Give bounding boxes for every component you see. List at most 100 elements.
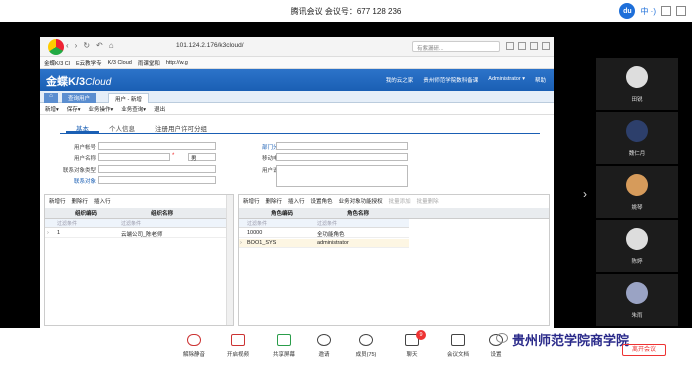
role-insert-row-button[interactable]: 插入行 bbox=[288, 197, 305, 205]
col-role-code[interactable]: 角色编码 bbox=[271, 209, 293, 217]
extension-icon[interactable] bbox=[506, 42, 514, 50]
menu-business-query[interactable]: 业务查询▾ bbox=[121, 105, 146, 113]
browser-search-input[interactable]: 有紫漏研... bbox=[412, 41, 500, 52]
minimize-icon[interactable] bbox=[661, 6, 671, 16]
org-code-cell[interactable]: 1 bbox=[57, 230, 60, 236]
du-logo-icon[interactable]: du bbox=[619, 3, 636, 19]
role-code-cell[interactable]: 10000 bbox=[247, 230, 262, 236]
participant-name: 魏仁月 bbox=[628, 151, 646, 157]
subtab-basic[interactable]: 基本 bbox=[66, 121, 99, 133]
menu-save[interactable]: 保存▾ bbox=[67, 105, 81, 113]
set-role-button[interactable]: 设置角色 bbox=[311, 197, 333, 205]
k3-header-links: 我的云之家 贵州师范学院数科备课 Administrator ▾ 帮助 bbox=[386, 76, 546, 84]
header-link-help[interactable]: 帮助 bbox=[535, 76, 546, 84]
participant-tile[interactable]: 朱雨 bbox=[596, 274, 678, 326]
table-row[interactable]: 10000 全功能角色 bbox=[239, 229, 409, 238]
col-role-name[interactable]: 角色名称 bbox=[347, 209, 369, 217]
org-add-row-button[interactable]: 新增行 bbox=[49, 197, 66, 205]
dept-input[interactable] bbox=[276, 142, 408, 150]
desc-textarea[interactable] bbox=[276, 165, 408, 187]
table-row[interactable]: › BOO1_SYS administrator bbox=[239, 239, 409, 248]
bookmark-item[interactable]: 金蝶K/3 Cl bbox=[44, 59, 70, 67]
extension-icon[interactable] bbox=[530, 42, 538, 50]
header-link-user[interactable]: Administrator ▾ bbox=[488, 76, 525, 84]
filter-input[interactable]: 过滤条件 bbox=[121, 220, 141, 227]
avatar bbox=[626, 120, 648, 142]
org-insert-row-button[interactable]: 插入行 bbox=[94, 197, 111, 205]
org-table-header: 组织编码 组织名称 bbox=[45, 208, 233, 219]
invite-button[interactable]: 邀请 bbox=[304, 334, 344, 358]
forward-icon[interactable]: › bbox=[75, 41, 78, 50]
contact-input[interactable] bbox=[98, 176, 216, 184]
maximize-icon[interactable] bbox=[676, 6, 686, 16]
batch-delete-button[interactable]: 批量删除 bbox=[417, 197, 439, 205]
filter-input[interactable]: 过滤条件 bbox=[57, 220, 77, 227]
subtab-license[interactable]: 注册用户许可分组 bbox=[145, 121, 217, 133]
browser-extension-icons bbox=[506, 42, 550, 50]
account-input[interactable] bbox=[98, 142, 216, 150]
reload-icon[interactable]: ↻ bbox=[83, 41, 90, 50]
tab-query-user[interactable]: 查询用户 bbox=[62, 93, 97, 103]
menu-new[interactable]: 新增▾ bbox=[45, 105, 59, 113]
role-delete-row-button[interactable]: 删除行 bbox=[266, 197, 283, 205]
k3-tabs: ⌂ 查询用户 用户 - 新增 bbox=[40, 91, 554, 103]
extension-icon[interactable] bbox=[518, 42, 526, 50]
home-icon[interactable]: ⌂ bbox=[109, 41, 114, 50]
col-org-code[interactable]: 组织编码 bbox=[75, 209, 97, 217]
collapse-arrow-icon[interactable]: › bbox=[583, 187, 587, 201]
unmute-button[interactable]: 解除静音 bbox=[174, 334, 214, 358]
bookmark-item[interactable]: E云教学专 bbox=[76, 59, 102, 67]
role-toolbar: 新增行 删除行 插入行 设置角色 业务对象功能授权 批量添加 批量删除 bbox=[239, 195, 439, 207]
menu-business-op[interactable]: 业务操作▾ bbox=[89, 105, 114, 113]
table-row[interactable]: › 1 云端公司_陈老师 bbox=[45, 229, 228, 238]
share-screen-button[interactable]: 共享屏幕 bbox=[264, 334, 304, 358]
col-org-name[interactable]: 组织名称 bbox=[151, 209, 173, 217]
participant-tile[interactable]: 姚琴 bbox=[596, 166, 678, 218]
header-link-yunzhijia[interactable]: 我的云之家 bbox=[386, 76, 414, 84]
leave-meeting-button[interactable]: 离开会议 bbox=[622, 344, 666, 356]
bookmark-item[interactable]: 雨课堂和 bbox=[138, 59, 160, 67]
avatar bbox=[626, 282, 648, 304]
name-input[interactable] bbox=[98, 153, 170, 161]
ime-icon[interactable]: 中 ·) bbox=[640, 6, 656, 17]
gender-select[interactable]: 男 bbox=[188, 153, 216, 162]
subtab-personal[interactable]: 个人信息 bbox=[99, 121, 145, 133]
role-code-cell[interactable]: BOO1_SYS bbox=[247, 240, 276, 246]
org-delete-row-button[interactable]: 删除行 bbox=[72, 197, 89, 205]
function-auth-button[interactable]: 业务对象功能授权 bbox=[339, 197, 383, 205]
meeting-docs-button[interactable]: 会议文档 bbox=[438, 334, 478, 358]
undo-icon[interactable]: ↶ bbox=[96, 41, 103, 50]
contact-label[interactable]: 联系对象 bbox=[46, 177, 96, 185]
members-icon bbox=[359, 334, 373, 346]
back-icon[interactable]: ‹ bbox=[66, 41, 69, 50]
home-tab-icon[interactable]: ⌂ bbox=[44, 93, 58, 103]
chat-button[interactable]: 聊天 9 bbox=[392, 330, 432, 358]
mobile-input[interactable] bbox=[276, 153, 408, 161]
org-scrollbar[interactable] bbox=[226, 195, 233, 325]
header-link-org[interactable]: 贵州师范学院数科备课 bbox=[423, 76, 478, 84]
tab-user-new[interactable]: 用户 - 新增 bbox=[108, 93, 149, 103]
bookmark-item[interactable]: K/3 Cloud bbox=[108, 60, 132, 66]
participant-tile[interactable]: 陈婷 bbox=[596, 220, 678, 272]
filter-input[interactable]: 过滤条件 bbox=[247, 220, 267, 227]
avatar bbox=[626, 174, 648, 196]
row-arrow-icon: › bbox=[240, 240, 242, 246]
contact-type-select[interactable] bbox=[98, 165, 216, 173]
org-name-cell[interactable]: 云端公司_陈老师 bbox=[121, 230, 163, 238]
role-name-cell[interactable]: administrator bbox=[317, 240, 349, 246]
url-field[interactable]: 101.124.2.176/k3cloud/ bbox=[176, 42, 244, 49]
filter-input[interactable]: 过滤条件 bbox=[317, 220, 337, 227]
start-video-button[interactable]: 开启视频 bbox=[218, 334, 258, 358]
role-name-cell[interactable]: 全功能角色 bbox=[317, 230, 345, 238]
bookmark-item[interactable]: http://w.g bbox=[166, 60, 188, 66]
menu-exit[interactable]: 退出 bbox=[154, 105, 165, 113]
batch-add-button[interactable]: 批量添加 bbox=[389, 197, 411, 205]
participant-name: 朱雨 bbox=[631, 313, 643, 319]
menu-icon[interactable] bbox=[542, 42, 550, 50]
role-add-row-button[interactable]: 新增行 bbox=[243, 197, 260, 205]
participant-list: 田锐 魏仁月 姚琴 陈婷 朱雨 bbox=[596, 58, 678, 326]
members-button[interactable]: 成员(75) bbox=[346, 334, 386, 358]
k3-logo: 金蝶K/3Cloud bbox=[46, 76, 112, 88]
participant-tile[interactable]: 魏仁月 bbox=[596, 112, 678, 164]
participant-tile[interactable]: 田锐 bbox=[596, 58, 678, 110]
